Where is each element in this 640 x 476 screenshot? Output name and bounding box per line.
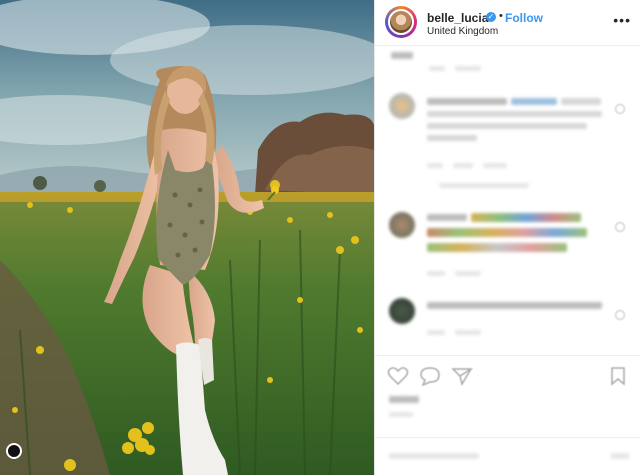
separator-dot: • <box>499 10 503 22</box>
field-photo-illustration <box>0 0 374 475</box>
blurred-text <box>439 183 529 188</box>
comment-avatar[interactable] <box>389 298 415 324</box>
avatar[interactable] <box>388 9 414 35</box>
more-options-icon[interactable]: ••• <box>613 12 631 28</box>
blurred-text <box>455 330 481 335</box>
post-action-bar <box>375 355 640 392</box>
blurred-text <box>391 52 413 59</box>
blurred-text <box>427 214 467 221</box>
blurred-text <box>427 271 445 276</box>
blurred-emoji-row <box>427 228 587 237</box>
blurred-text <box>427 302 602 309</box>
blurred-mention <box>511 98 557 105</box>
blurred-text <box>453 163 473 168</box>
location-link[interactable]: United Kingdom <box>427 26 498 37</box>
post-photo[interactable] <box>0 0 374 475</box>
blurred-text <box>561 98 601 105</box>
blurred-text <box>455 271 481 276</box>
comment-icon[interactable] <box>419 366 441 386</box>
blurred-like-count <box>389 396 419 403</box>
follow-button[interactable]: Follow <box>505 11 543 25</box>
comment-like-icon[interactable] <box>615 310 625 320</box>
post-sidebar: belle_lucia ✓ • Follow United Kingdom ••… <box>374 0 640 475</box>
comment-avatar[interactable] <box>389 212 415 238</box>
verified-badge-icon: ✓ <box>486 12 496 22</box>
profile-avatar-story-ring[interactable] <box>385 6 417 38</box>
corner-badge-icon <box>6 443 22 459</box>
blurred-comment-placeholder[interactable] <box>389 453 479 459</box>
blurred-timestamp <box>389 412 413 417</box>
blurred-emoji-row <box>427 243 567 252</box>
blurred-post-button[interactable] <box>611 453 629 459</box>
blurred-text <box>427 98 507 105</box>
save-bookmark-icon[interactable] <box>609 366 627 386</box>
username-link[interactable]: belle_lucia <box>427 11 488 25</box>
blurred-text <box>427 111 602 117</box>
blurred-text <box>427 123 587 129</box>
blurred-emoji-row <box>471 213 581 222</box>
comment-avatar[interactable] <box>389 93 415 119</box>
blurred-text <box>429 66 445 71</box>
comment-like-icon[interactable] <box>615 104 625 114</box>
blurred-text <box>427 163 443 168</box>
blurred-text <box>483 163 507 168</box>
add-comment-bar[interactable] <box>375 437 640 476</box>
blurred-text <box>427 135 477 141</box>
blurred-text <box>455 66 481 71</box>
post-header: belle_lucia ✓ • Follow United Kingdom ••… <box>375 0 640 46</box>
comment-like-icon[interactable] <box>615 222 625 232</box>
like-icon[interactable] <box>387 366 409 386</box>
share-icon[interactable] <box>451 366 473 386</box>
blurred-text <box>427 330 445 335</box>
